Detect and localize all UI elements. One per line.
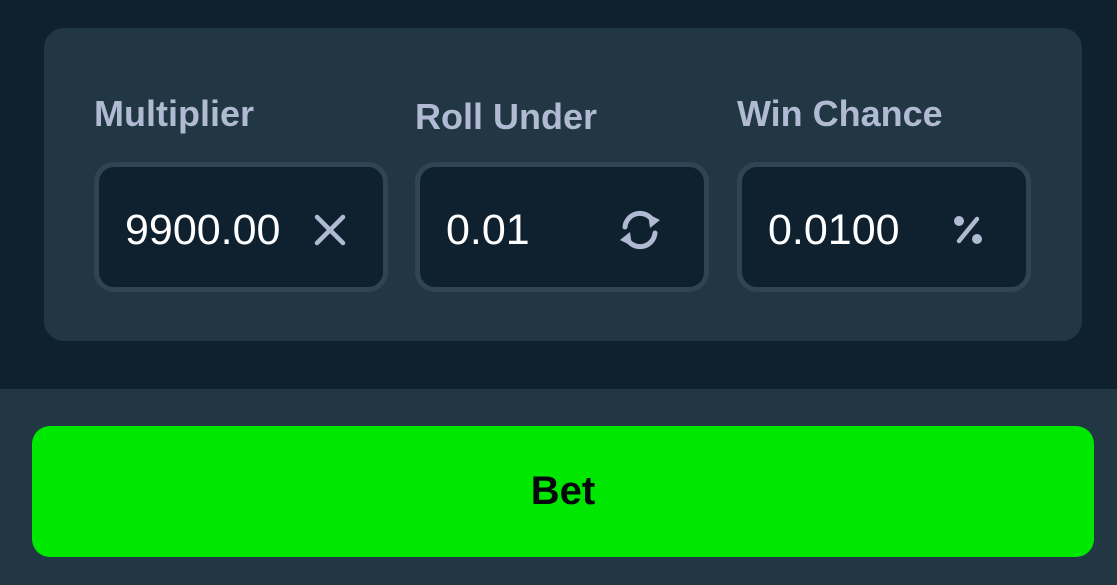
multiplier-label: Multiplier: [94, 93, 254, 134]
close-icon: [304, 204, 356, 256]
roll-under-input[interactable]: [446, 197, 611, 263]
multiplier-input-box[interactable]: [94, 162, 388, 292]
win-chance-input-box[interactable]: [737, 162, 1031, 292]
refresh-icon[interactable]: [614, 204, 666, 256]
roll-under-input-box[interactable]: [415, 162, 709, 292]
multiplier-input[interactable]: [125, 197, 290, 263]
bet-button[interactable]: Bet: [32, 426, 1094, 557]
win-chance-input[interactable]: [768, 197, 933, 263]
win-chance-label: Win Chance: [737, 93, 943, 134]
percent-icon: [942, 204, 994, 256]
dice-controls-panel: Multiplier Roll Under: [44, 28, 1082, 341]
roll-under-label: Roll Under: [415, 96, 598, 137]
bet-area: Bet: [0, 389, 1117, 585]
